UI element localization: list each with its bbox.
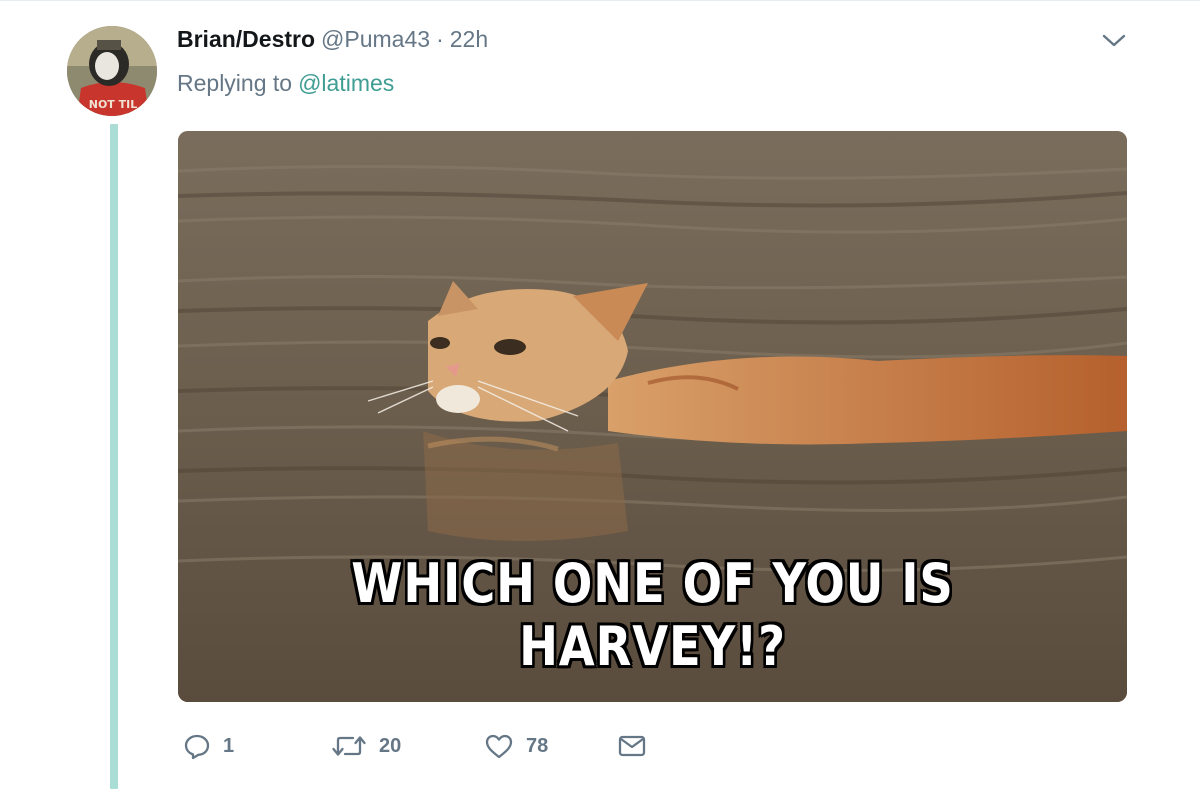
like-button[interactable]: 78: [484, 732, 617, 760]
top-divider: [0, 0, 1200, 1]
user-handle[interactable]: @Puma43: [321, 26, 430, 53]
retweet-button[interactable]: 20: [331, 732, 484, 760]
image-caption: WHICH ONE OF YOU IS HARVEY!?: [351, 552, 954, 678]
reply-mention-link[interactable]: @latimes: [298, 70, 394, 96]
reply-button[interactable]: 1: [183, 732, 331, 760]
tweet-actions: 1 20 78: [183, 730, 647, 762]
header-separator: ·: [436, 26, 444, 52]
avatar-shirt-text: NOT TIL: [89, 98, 138, 111]
retweet-count: 20: [379, 734, 402, 757]
tweet-timestamp[interactable]: 22h: [450, 26, 488, 53]
reply-icon: [184, 734, 210, 760]
replying-to: Replying to @latimes: [177, 70, 394, 97]
chevron-down-icon: [1102, 34, 1126, 47]
like-count: 78: [526, 734, 549, 757]
retweet-icon: [332, 736, 366, 756]
display-name[interactable]: Brian/Destro: [177, 26, 315, 53]
more-options-button[interactable]: [1100, 30, 1128, 52]
reply-count: 1: [223, 734, 235, 757]
envelope-icon: [618, 735, 646, 757]
avatar[interactable]: NOT TIL: [67, 26, 157, 116]
direct-message-button[interactable]: [617, 733, 647, 759]
tweet-image[interactable]: WHICH ONE OF YOU IS HARVEY!?: [178, 131, 1127, 702]
thread-line: [110, 124, 118, 789]
heart-icon: [485, 734, 513, 759]
tweet-header: Brian/Destro @Puma43 · 22h: [177, 26, 488, 56]
replying-to-label: Replying to: [177, 70, 293, 96]
avatar-image: NOT TIL: [67, 26, 157, 116]
